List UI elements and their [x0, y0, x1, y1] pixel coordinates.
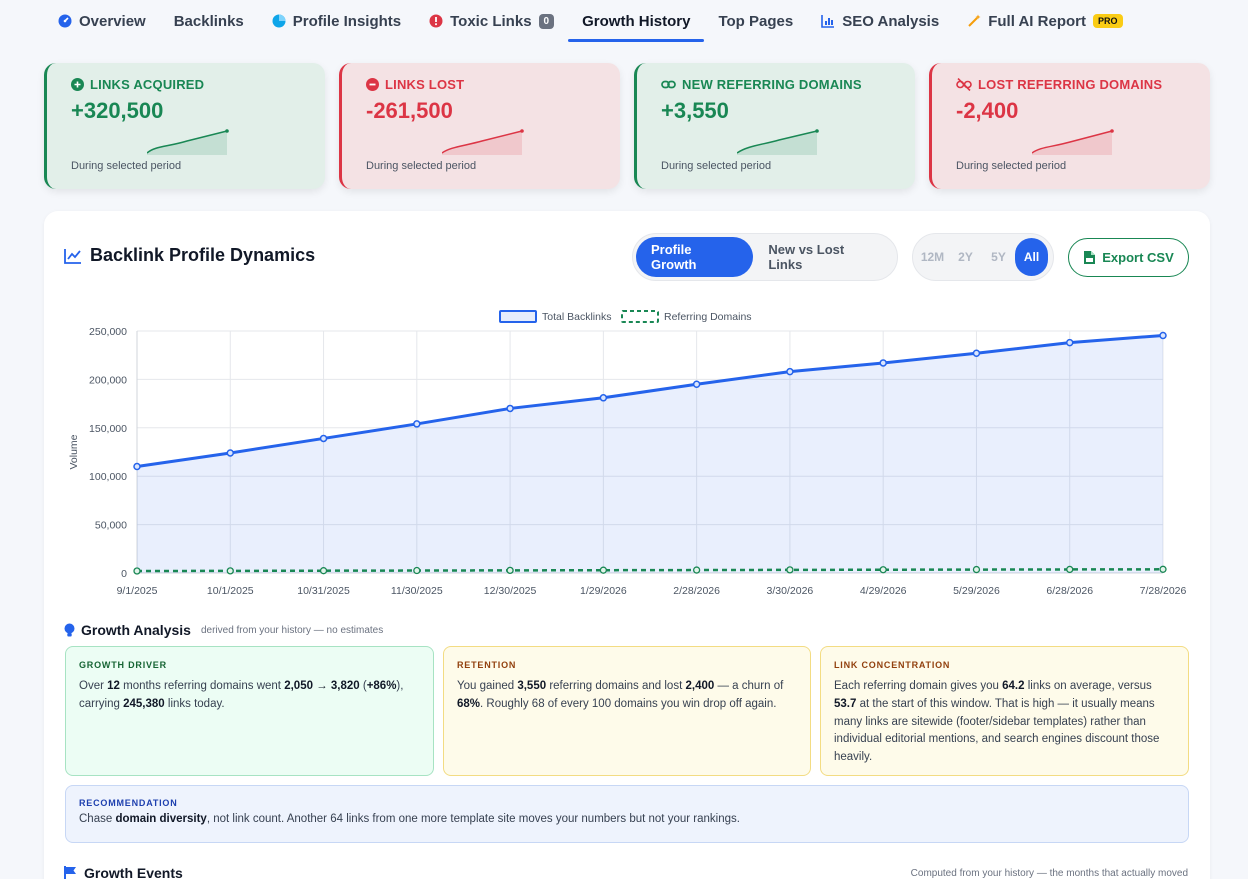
- legend-swatch-total-backlinks[interactable]: [499, 310, 537, 323]
- growth-driver-text: Over 12 months referring domains went 2,…: [79, 679, 404, 710]
- referring-domains-point[interactable]: [413, 566, 421, 575]
- total-backlinks-point[interactable]: [319, 434, 328, 443]
- x-tick-label: 1/29/2026: [580, 585, 627, 597]
- lightbulb-icon: [64, 623, 75, 636]
- recommendation-card: RECOMMENDATION Chase domain diversity, n…: [65, 785, 1189, 843]
- growth-events-header: Growth Events: [64, 865, 183, 879]
- referring-domains-point[interactable]: [319, 567, 328, 575]
- total-backlinks-point[interactable]: [413, 420, 421, 428]
- card-label: RETENTION: [457, 660, 517, 670]
- flag-icon: [64, 866, 76, 879]
- growth-driver-card: GROWTH DRIVER Over 12 months referring d…: [65, 646, 434, 776]
- y-tick-label: 250,000: [89, 326, 127, 338]
- y-tick-label: 0: [121, 568, 127, 580]
- referring-domains-point[interactable]: [692, 566, 701, 574]
- total-backlinks-point[interactable]: [879, 359, 887, 367]
- referring-domains-point[interactable]: [226, 567, 234, 575]
- retention-text: You gained 3,550 referring domains and l…: [457, 679, 784, 710]
- card-label: GROWTH DRIVER: [79, 660, 167, 670]
- total-backlinks-point[interactable]: [692, 380, 701, 388]
- y-axis-label: Volume: [68, 434, 80, 469]
- x-tick-label: 7/28/2026: [1140, 585, 1187, 597]
- legend-label-referring-domains[interactable]: Referring Domains: [664, 311, 752, 323]
- card-label: RECOMMENDATION: [79, 798, 178, 808]
- x-tick-label: 6/28/2026: [1046, 585, 1093, 597]
- events-note: Computed from your history — the months …: [910, 868, 1188, 879]
- growth-analysis-header: Growth Analysis derived from your histor…: [64, 622, 383, 638]
- x-tick-label: 10/1/2025: [207, 585, 254, 597]
- y-tick-label: 50,000: [95, 520, 127, 532]
- total-backlinks-point[interactable]: [1065, 338, 1074, 347]
- referring-domains-point[interactable]: [1159, 565, 1167, 573]
- total-backlinks-point[interactable]: [506, 404, 514, 413]
- total-backlinks-point[interactable]: [599, 394, 608, 402]
- total-backlinks-point[interactable]: [1159, 331, 1167, 340]
- x-tick-label: 11/30/2025: [391, 585, 443, 597]
- referring-domains-point[interactable]: [1066, 565, 1074, 574]
- chart-legend: Total Backlinks Referring Domains: [499, 310, 752, 323]
- y-tick-label: 100,000: [89, 471, 127, 483]
- card-label: LINK CONCENTRATION: [834, 660, 951, 670]
- total-backlinks-point[interactable]: [786, 367, 794, 376]
- x-tick-label: 10/31/2025: [297, 585, 350, 597]
- x-tick-label: 9/1/2025: [117, 585, 158, 597]
- total-backlinks-point[interactable]: [133, 462, 141, 471]
- recommendation-text: Chase domain diversity, not link count. …: [79, 813, 740, 825]
- analysis-subtitle: derived from your history — no estimates: [200, 624, 384, 636]
- referring-domains-point[interactable]: [879, 566, 887, 574]
- x-tick-label: 3/30/2026: [767, 585, 814, 597]
- events-title: Growth Events: [84, 865, 183, 879]
- x-tick-label: 5/29/2026: [953, 585, 1000, 597]
- referring-domains-point[interactable]: [133, 567, 141, 575]
- referring-domains-point[interactable]: [786, 566, 794, 574]
- retention-card: RETENTION You gained 3,550 referring dom…: [443, 646, 811, 776]
- x-tick-label: 12/30/2025: [484, 585, 537, 597]
- link-concentration-card: LINK CONCENTRATION Each referring domain…: [820, 646, 1189, 776]
- y-tick-label: 150,000: [89, 423, 127, 435]
- analysis-title: Growth Analysis: [81, 622, 191, 638]
- legend-label-total-backlinks[interactable]: Total Backlinks: [542, 311, 611, 323]
- link-concentration-text: Each referring domain gives you 64.2 lin…: [834, 679, 1160, 764]
- y-tick-label: 200,000: [89, 374, 127, 386]
- total-backlinks-point[interactable]: [226, 449, 235, 457]
- x-tick-label: 2/28/2026: [673, 585, 720, 597]
- x-tick-label: 4/29/2026: [860, 585, 907, 597]
- referring-domains-point[interactable]: [972, 565, 981, 574]
- legend-swatch-referring-domains[interactable]: [621, 310, 659, 323]
- referring-domains-point[interactable]: [599, 566, 608, 574]
- referring-domains-point[interactable]: [506, 566, 514, 575]
- backlink-growth-chart: 0 50,000 100,000 150,000 200,000 250,000 9/1/2…: [68, 310, 1187, 597]
- total-backlinks-area: [137, 335, 1163, 573]
- total-backlinks-point[interactable]: [972, 349, 981, 358]
